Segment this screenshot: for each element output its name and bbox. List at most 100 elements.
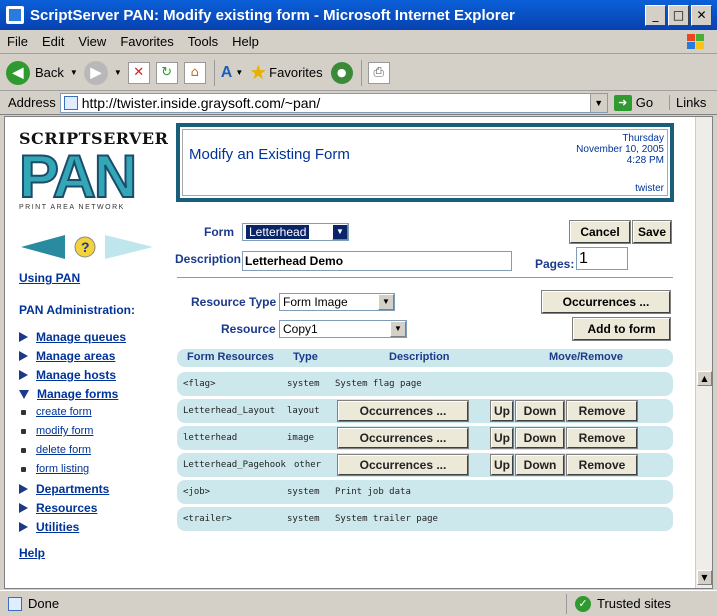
- windows-logo-icon: [687, 34, 704, 49]
- down-button[interactable]: Down: [515, 400, 565, 422]
- page-title: Modify an Existing Form: [189, 146, 350, 163]
- bullet-icon: [21, 447, 26, 453]
- nav-resources[interactable]: Resources: [19, 501, 97, 515]
- search-button[interactable]: A ▼: [221, 64, 243, 82]
- forward-dropdown-icon: ▼: [113, 68, 122, 77]
- sub-modify-form[interactable]: modify form: [19, 425, 93, 437]
- admin-heading: PAN Administration:: [19, 303, 135, 317]
- help-link[interactable]: Help: [19, 546, 45, 560]
- nav-label: Departments: [36, 482, 110, 496]
- page-viewport: SCRIPTSERVER PAN PRINT AREA NETWORK ? Us…: [4, 116, 713, 589]
- menu-favorites[interactable]: Favorites: [113, 34, 180, 49]
- links-button[interactable]: Links: [669, 95, 706, 110]
- address-input[interactable]: http://twister.inside.graysoft.com/~pan/…: [59, 92, 608, 113]
- resource-select[interactable]: Copy1 ▼: [279, 320, 407, 338]
- refresh-icon[interactable]: ↻: [155, 61, 178, 84]
- remove-button[interactable]: Remove: [566, 454, 638, 476]
- print-icon[interactable]: ⎙: [367, 61, 390, 84]
- resource-type-select[interactable]: Form Image ▼: [279, 293, 395, 311]
- toolbar: ◀ Back ▼ ▶ ▼ ✕ ↻ ⌂ A ▼ ★ Favorites ● ⎙: [0, 55, 717, 91]
- resource-type: other: [294, 460, 322, 470]
- menu-view[interactable]: View: [71, 34, 113, 49]
- row-occurrences-button[interactable]: Occurrences ...: [337, 454, 469, 476]
- brand-logo: PAN: [18, 143, 138, 210]
- forward-button[interactable]: ▶ ▼: [83, 60, 122, 85]
- up-button[interactable]: Up: [490, 454, 514, 476]
- save-button[interactable]: Save: [632, 220, 672, 244]
- nav-manage-areas[interactable]: Manage areas: [19, 349, 115, 363]
- pages-input[interactable]: 1: [576, 247, 628, 270]
- resource-name: <job>: [183, 487, 211, 497]
- toolbar-separator: [213, 59, 215, 86]
- address-dropdown-icon[interactable]: ▼: [589, 93, 607, 112]
- sub-delete-form[interactable]: delete form: [19, 444, 91, 456]
- nav-label: Utilities: [36, 520, 80, 534]
- chevron-down-icon: ▼: [378, 294, 394, 310]
- brand-subtitle: PRINT AREA NETWORK: [19, 204, 125, 211]
- resource-desc: System trailer page: [335, 514, 438, 524]
- status-text: Done: [28, 596, 60, 611]
- table-row: <job> system Print job data: [177, 480, 673, 504]
- resource-name: <flag>: [183, 379, 216, 389]
- scroll-up-icon[interactable]: ▲: [697, 371, 712, 386]
- resource-type: system: [287, 487, 320, 497]
- cancel-button[interactable]: Cancel: [569, 220, 631, 244]
- nav-manage-queues[interactable]: Manage queues: [19, 330, 126, 344]
- table-row: <trailer> system System trailer page: [177, 507, 673, 531]
- triangle-right-icon: [19, 503, 28, 513]
- address-bar: Address http://twister.inside.graysoft.c…: [0, 91, 717, 115]
- resources-table-header: Form Resources Type Description Move/Rem…: [177, 349, 673, 367]
- resource-name: Letterhead_Pagehook: [183, 460, 286, 470]
- occurrences-button[interactable]: Occurrences ...: [541, 290, 671, 314]
- form-select-value: Letterhead: [246, 225, 310, 239]
- menu-file[interactable]: File: [0, 34, 35, 49]
- down-button[interactable]: Down: [515, 454, 565, 476]
- menu-help[interactable]: Help: [225, 34, 266, 49]
- form-label: Form: [204, 225, 234, 239]
- toolbar-separator-2: [360, 59, 362, 86]
- description-input[interactable]: Letterhead Demo: [242, 251, 512, 271]
- using-pan-link[interactable]: Using PAN: [19, 271, 80, 285]
- resource-desc: Print job data: [335, 487, 411, 497]
- col-form-resources: Form Resources: [187, 351, 274, 363]
- minimize-button[interactable]: _: [645, 4, 666, 26]
- menu-bar: File Edit View Favorites Tools Help: [0, 30, 717, 54]
- media-icon[interactable]: ●: [330, 61, 353, 84]
- nav-departments[interactable]: Departments: [19, 482, 109, 496]
- table-row: <flag> system System flag page: [177, 372, 673, 396]
- resource-value: Copy1: [283, 322, 318, 336]
- nav-arrows-icon: ?: [21, 235, 153, 259]
- stop-icon[interactable]: ✕: [127, 61, 150, 84]
- resource-label: Resource: [221, 322, 276, 336]
- back-arrow-icon: ◀: [6, 60, 30, 85]
- scroll-down-icon[interactable]: ▼: [697, 570, 712, 585]
- remove-button[interactable]: Remove: [566, 400, 638, 422]
- up-button[interactable]: Up: [490, 400, 514, 422]
- menu-tools[interactable]: Tools: [181, 34, 225, 49]
- sub-create-form[interactable]: create form: [19, 406, 92, 418]
- nav-utilities[interactable]: Utilities: [19, 520, 79, 534]
- page-icon: [63, 95, 78, 110]
- nav-manage-hosts[interactable]: Manage hosts: [19, 368, 116, 382]
- go-button[interactable]: ➜ Go: [613, 94, 653, 111]
- triangle-right-icon: [19, 522, 28, 532]
- back-button[interactable]: ◀ Back ▼: [6, 60, 78, 85]
- add-to-form-button[interactable]: Add to form: [572, 317, 671, 341]
- close-button[interactable]: ✕: [691, 4, 712, 26]
- sub-form-listing[interactable]: form listing: [19, 463, 89, 475]
- down-button[interactable]: Down: [515, 427, 565, 449]
- favorites-button[interactable]: ★ Favorites: [249, 60, 322, 85]
- up-button[interactable]: Up: [490, 427, 514, 449]
- home-icon[interactable]: ⌂: [183, 61, 206, 84]
- maximize-button[interactable]: □: [668, 4, 689, 26]
- resource-name: letterhead: [183, 433, 238, 443]
- vertical-scrollbar[interactable]: ▲ ▼: [695, 117, 712, 588]
- remove-button[interactable]: Remove: [566, 427, 638, 449]
- row-occurrences-button[interactable]: Occurrences ...: [337, 427, 469, 449]
- sub-label: form listing: [36, 463, 90, 475]
- nav-manage-forms[interactable]: Manage forms: [19, 387, 118, 401]
- resource-type: system: [287, 514, 320, 524]
- menu-edit[interactable]: Edit: [35, 34, 71, 49]
- row-occurrences-button[interactable]: Occurrences ...: [337, 400, 469, 422]
- form-select[interactable]: Letterhead ▼: [242, 223, 349, 241]
